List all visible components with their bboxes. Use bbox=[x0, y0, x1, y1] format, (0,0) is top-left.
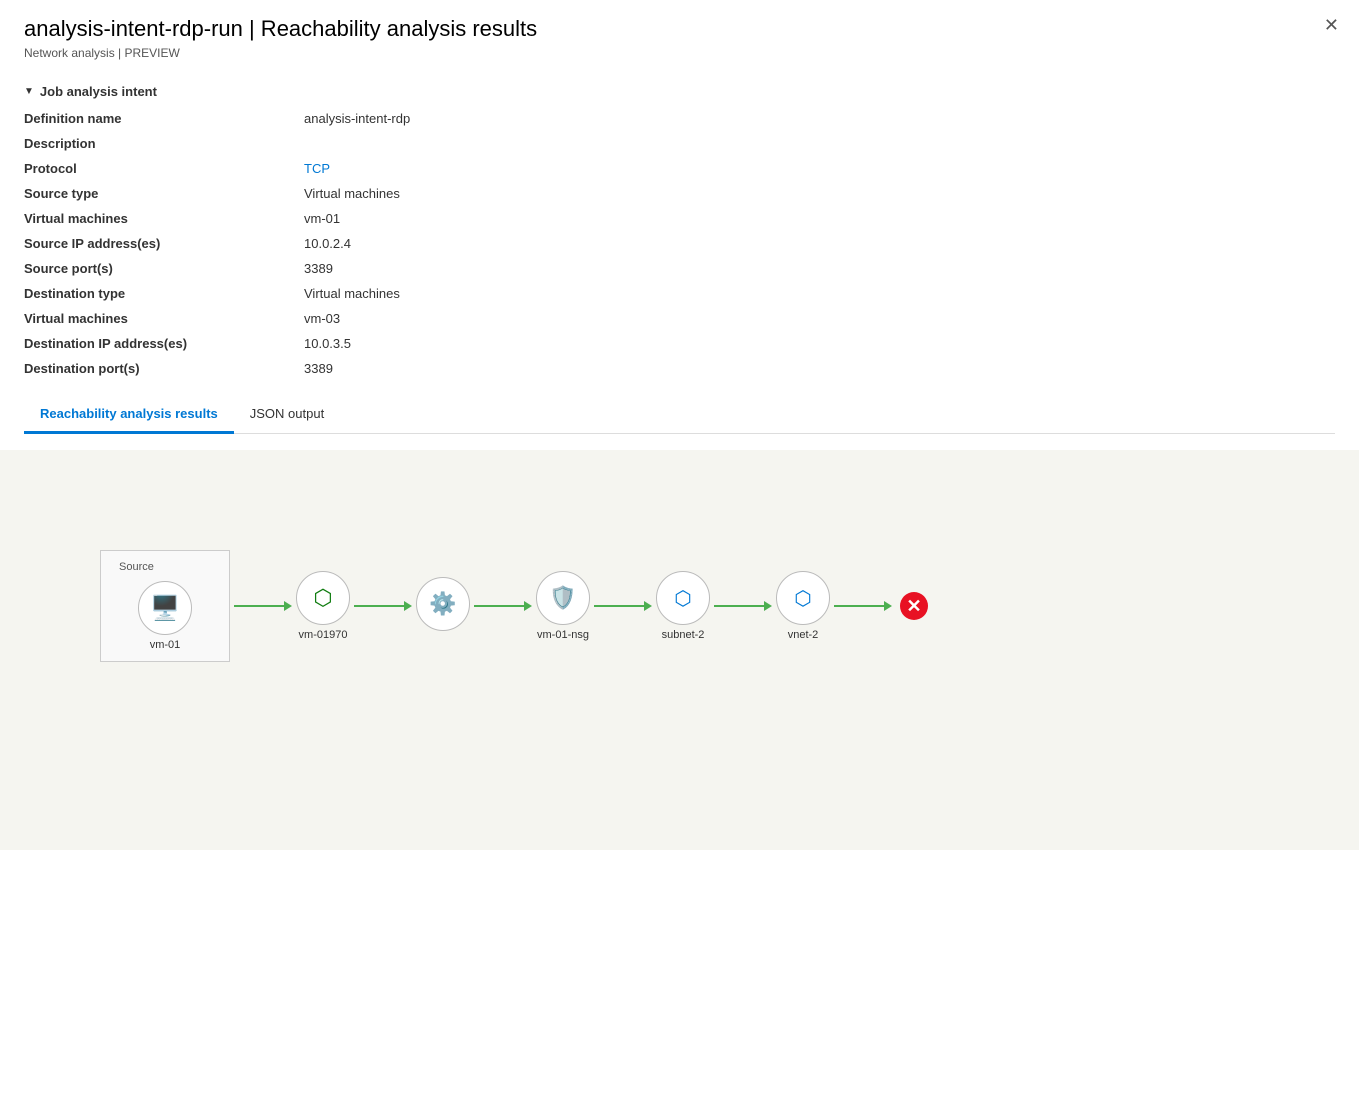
info-label: Source type bbox=[24, 186, 304, 201]
arrow-5 bbox=[714, 601, 772, 611]
info-value bbox=[304, 136, 1335, 151]
gear-icon-circle: ⚙️ bbox=[416, 577, 470, 631]
info-value: 3389 bbox=[304, 361, 1335, 376]
node-subnet: ⬡ subnet-2 bbox=[656, 571, 710, 641]
info-grid: Definition nameanalysis-intent-rdpDescri… bbox=[24, 111, 1335, 376]
info-label: Virtual machines bbox=[24, 211, 304, 226]
error-icon: ✕ bbox=[900, 592, 928, 620]
main-panel: analysis-intent-rdp-run | Reachability a… bbox=[0, 0, 1359, 1120]
toggle-arrow-icon: ▼ bbox=[24, 86, 34, 97]
subnet-label: subnet-2 bbox=[662, 629, 705, 641]
info-value: Virtual machines bbox=[304, 286, 1335, 301]
section-toggle-label: Job analysis intent bbox=[40, 84, 157, 99]
info-value: Virtual machines bbox=[304, 186, 1335, 201]
info-value: vm-01 bbox=[304, 211, 1335, 226]
node-nsg: 🛡️ vm-01-nsg bbox=[536, 571, 590, 641]
info-value: 10.0.2.4 bbox=[304, 236, 1335, 251]
source-box-label: Source bbox=[119, 561, 154, 573]
info-label: Definition name bbox=[24, 111, 304, 126]
info-label: Source port(s) bbox=[24, 261, 304, 276]
info-label: Description bbox=[24, 136, 304, 151]
info-label: Destination IP address(es) bbox=[24, 336, 304, 351]
diagram-container: Source 🖥️ vm-01 ⬡ vm-01970 bbox=[100, 550, 928, 662]
vm-icon: 🖥️ bbox=[150, 594, 180, 623]
node-nic: ⬡ vm-01970 bbox=[296, 571, 350, 641]
vm01-label: vm-01 bbox=[150, 639, 181, 651]
nic-label: vm-01970 bbox=[299, 629, 348, 641]
vnet-label: vnet-2 bbox=[788, 629, 819, 641]
arrow-1 bbox=[234, 601, 292, 611]
vnet-icon: ⬡ bbox=[794, 586, 811, 611]
arrow-6 bbox=[834, 601, 892, 611]
diagram-area: Source 🖥️ vm-01 ⬡ vm-01970 bbox=[0, 450, 1359, 850]
subnet-icon: ⬡ bbox=[674, 586, 691, 611]
nsg-label: vm-01-nsg bbox=[537, 629, 589, 641]
tabs-container: Reachability analysis resultsJSON output bbox=[24, 396, 1335, 434]
info-label: Virtual machines bbox=[24, 311, 304, 326]
info-label: Protocol bbox=[24, 161, 304, 176]
arrow-4 bbox=[594, 601, 652, 611]
info-label: Source IP address(es) bbox=[24, 236, 304, 251]
vm01-icon-circle: 🖥️ bbox=[138, 581, 192, 635]
panel-title: analysis-intent-rdp-run | Reachability a… bbox=[24, 16, 1335, 42]
info-value: vm-03 bbox=[304, 311, 1335, 326]
node-vnet: ⬡ vnet-2 bbox=[776, 571, 830, 641]
tab-item[interactable]: Reachability analysis results bbox=[24, 396, 234, 434]
section-toggle[interactable]: ▼ Job analysis intent bbox=[24, 84, 1335, 99]
nic-icon-circle: ⬡ bbox=[296, 571, 350, 625]
nic-icon: ⬡ bbox=[313, 585, 332, 611]
node-gear: ⚙️ bbox=[416, 577, 470, 635]
arrow-3 bbox=[474, 601, 532, 611]
end-error-node: ✕ bbox=[900, 592, 928, 620]
close-button[interactable]: ✕ bbox=[1324, 16, 1339, 34]
vnet-icon-circle: ⬡ bbox=[776, 571, 830, 625]
nsg-icon-circle: 🛡️ bbox=[536, 571, 590, 625]
info-value: 10.0.3.5 bbox=[304, 336, 1335, 351]
subnet-icon-circle: ⬡ bbox=[656, 571, 710, 625]
panel-header: analysis-intent-rdp-run | Reachability a… bbox=[0, 0, 1359, 68]
info-value: 3389 bbox=[304, 261, 1335, 276]
arrow-2 bbox=[354, 601, 412, 611]
info-label: Destination port(s) bbox=[24, 361, 304, 376]
shield-icon: 🛡️ bbox=[549, 585, 576, 611]
info-value: analysis-intent-rdp bbox=[304, 111, 1335, 126]
info-value: TCP bbox=[304, 161, 1335, 176]
gear-icon: ⚙️ bbox=[429, 591, 456, 617]
source-box: Source 🖥️ vm-01 bbox=[100, 550, 230, 662]
panel-subtitle: Network analysis | PREVIEW bbox=[24, 46, 1335, 60]
content-area: ▼ Job analysis intent Definition nameana… bbox=[0, 68, 1359, 450]
info-label: Destination type bbox=[24, 286, 304, 301]
tab-item[interactable]: JSON output bbox=[234, 396, 340, 434]
node-vm01: 🖥️ vm-01 bbox=[138, 581, 192, 651]
